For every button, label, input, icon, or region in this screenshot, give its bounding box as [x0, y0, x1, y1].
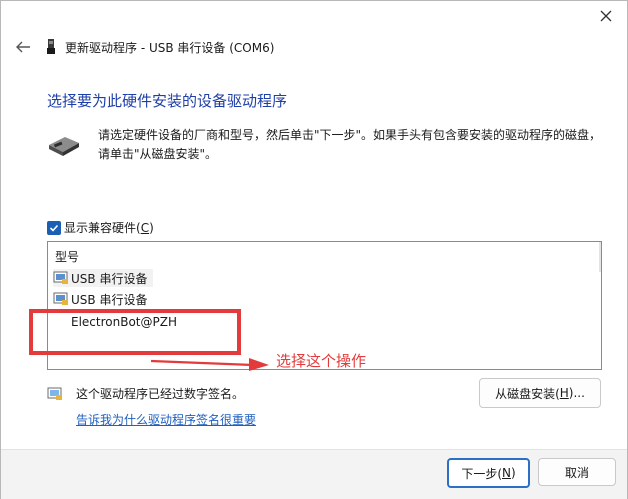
dialog-footer: [1, 449, 627, 499]
list-item-usb-serial-1[interactable]: USB 串行设备: [53, 269, 154, 287]
cancel-button[interactable]: 取消: [538, 458, 616, 486]
signature-status-text: 这个驱动程序已经过数字签名。: [76, 387, 245, 401]
update-driver-dialog: 更新驱动程序 - USB 串行设备 (COM6) 选择要为此硬件安装的设备驱动程…: [0, 0, 628, 499]
dialog-title: 更新驱动程序 - USB 串行设备 (COM6): [65, 41, 275, 55]
checkbox-label: 显示兼容硬件(C): [64, 221, 154, 235]
list-item-label: USB 串行设备: [71, 292, 148, 307]
close-button[interactable]: [589, 3, 623, 29]
close-icon: [600, 10, 612, 22]
back-arrow-icon: [16, 41, 30, 53]
usb-device-icon: [47, 39, 55, 54]
back-button[interactable]: [13, 37, 33, 57]
checkbox-checked-icon[interactable]: [47, 220, 61, 235]
have-disk-button[interactable]: 从磁盘安装(H)...: [479, 378, 601, 408]
page-heading: 选择要为此硬件安装的设备驱动程序: [47, 92, 288, 110]
driver-icon: [53, 292, 68, 305]
show-compatible-hardware-checkbox[interactable]: 显示兼容硬件(C): [47, 219, 154, 236]
checkmark-icon: [49, 224, 59, 232]
next-button[interactable]: 下一步(N): [447, 458, 530, 488]
signed-driver-icon: [47, 387, 62, 400]
list-item-usb-serial-2[interactable]: USB 串行设备: [53, 290, 153, 308]
list-scrollbar[interactable]: [599, 242, 601, 272]
highlight-box: [29, 309, 241, 355]
hardware-device-icon: [49, 137, 79, 156]
driver-icon: [53, 271, 68, 284]
signature-info-link[interactable]: 告诉我为什么驱动程序签名很重要: [76, 411, 256, 428]
annotation-arrow-icon: [151, 358, 269, 371]
list-item-label: USB 串行设备: [71, 271, 148, 286]
list-column-header: 型号: [55, 250, 80, 264]
instructions-text: 请选定硬件设备的厂商和型号，然后单击"下一步"。如果手头有包含要安装的驱动程序的…: [98, 128, 602, 161]
annotation-text: 选择这个操作: [276, 352, 367, 370]
